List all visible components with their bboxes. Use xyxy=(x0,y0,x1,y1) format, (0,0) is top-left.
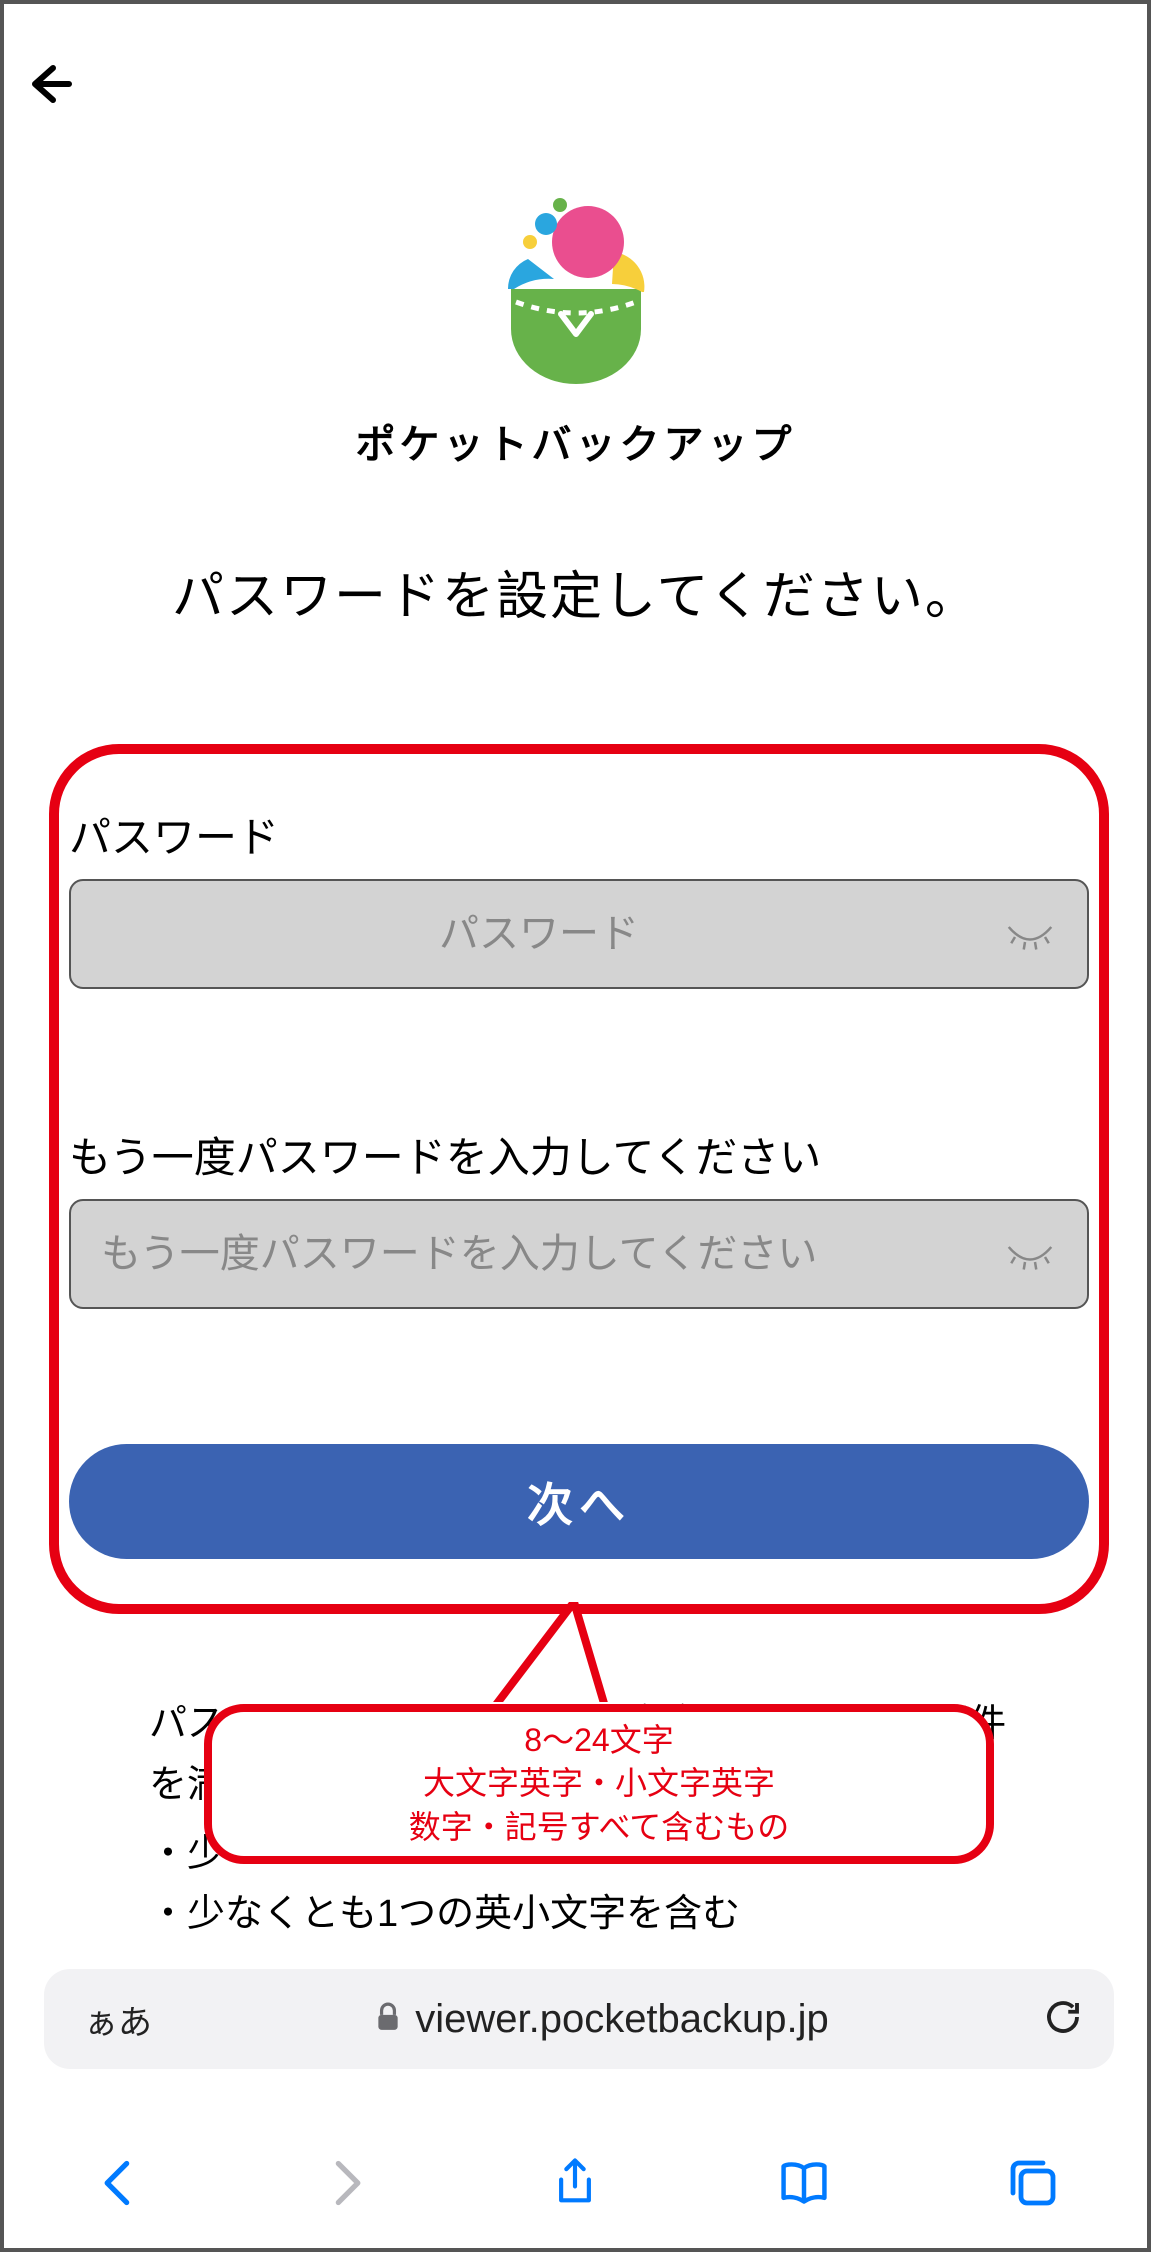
reload-icon xyxy=(1042,1996,1084,2038)
back-button[interactable] xyxy=(19,54,79,114)
browser-url: viewer.pocketbackup.jp xyxy=(415,1997,829,2042)
browser-share-button[interactable] xyxy=(545,2153,605,2213)
lock-icon xyxy=(375,1997,401,2042)
brand-logo-icon xyxy=(486,194,666,394)
password-label: パスワード xyxy=(69,804,279,865)
page-title: パスワードを設定してください。 xyxy=(4,554,1147,629)
browser-tabs-button[interactable] xyxy=(1003,2153,1063,2213)
reload-button[interactable] xyxy=(1042,1996,1084,2043)
brand-logo-block: ポケットバックアップ xyxy=(4,194,1147,470)
browser-bookmarks-button[interactable] xyxy=(774,2153,834,2213)
chevron-left-icon xyxy=(92,2157,144,2209)
brand-name: ポケットバックアップ xyxy=(356,412,796,470)
toggle-confirm-visibility[interactable] xyxy=(1002,1227,1057,1282)
browser-back-button[interactable] xyxy=(88,2153,148,2213)
password-input[interactable] xyxy=(101,912,977,957)
browser-forward-button[interactable] xyxy=(317,2153,377,2213)
browser-address-bar[interactable]: ぁあ viewer.pocketbackup.jp xyxy=(44,1969,1114,2069)
text-size-button[interactable]: ぁあ xyxy=(74,1989,162,2050)
share-icon xyxy=(549,2157,601,2209)
browser-bottom-toolbar xyxy=(4,2118,1147,2248)
book-icon xyxy=(778,2157,830,2209)
password-confirm-label: もう一度パスワードを入力してください xyxy=(69,1124,1099,1185)
password-confirm-field-wrap xyxy=(69,1199,1089,1309)
password-field-wrap xyxy=(69,879,1089,989)
toggle-password-visibility[interactable] xyxy=(1002,907,1057,962)
eye-closed-icon xyxy=(1005,1229,1055,1279)
password-requirements: パスワード 4 文字で 以下の要件を満たし 少 少なくとも1つの英小文字を含む xyxy=(149,1694,1029,1945)
requirements-intro: パスワード 4 文字で 以下の要件を満たし xyxy=(149,1694,1029,1816)
arrow-left-icon xyxy=(25,60,73,108)
requirement-item: 少 xyxy=(149,1824,1029,1885)
next-button[interactable]: 次へ xyxy=(69,1444,1089,1559)
tabs-icon xyxy=(1007,2157,1059,2209)
chevron-right-icon xyxy=(321,2157,373,2209)
eye-closed-icon xyxy=(1005,909,1055,959)
password-confirm-input[interactable] xyxy=(101,1232,977,1277)
requirement-item: 少なくとも1つの英小文字を含む xyxy=(149,1884,1029,1945)
app-screenshot: ポケットバックアップ パスワードを設定してください。 パスワード もう一度パスワ… xyxy=(0,0,1151,2252)
